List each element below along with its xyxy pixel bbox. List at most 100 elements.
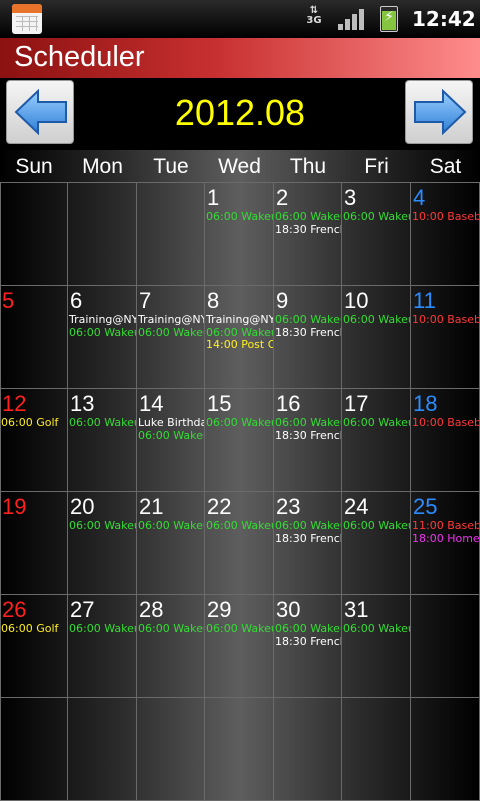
event-item[interactable]: Training@NY	[137, 314, 204, 327]
calendar-day-cell[interactable]: 2406:00 Wakeup	[342, 492, 411, 595]
calendar-day-cell[interactable]: 206:00 Wakeup18:30 French	[274, 183, 342, 286]
event-item[interactable]: 06:00 Wakeup	[274, 211, 341, 224]
day-number: 26	[2, 597, 27, 622]
calendar-day-cell[interactable]	[68, 183, 137, 286]
day-number: 23	[276, 494, 301, 519]
event-item[interactable]: 06:00 Wakeup	[205, 327, 273, 340]
calendar-day-cell[interactable]: 6Training@NY06:00 Wakeup	[68, 286, 137, 389]
calendar-day-cell[interactable]: 306:00 Wakeup	[342, 183, 411, 286]
event-item[interactable]: 06:00 Wakeup	[137, 327, 204, 340]
event-item[interactable]: Training@NY	[205, 314, 273, 327]
calendar-day-cell[interactable]: 1810:00 Baseball	[411, 389, 480, 492]
day-number: 9	[276, 288, 289, 313]
calendar-day-cell[interactable]: 1606:00 Wakeup18:30 French	[274, 389, 342, 492]
day-number: 27	[70, 597, 95, 622]
calendar-day-cell[interactable]	[342, 698, 411, 801]
event-item[interactable]: 06:00 Wakeup	[137, 520, 204, 533]
event-item[interactable]: 18:30 French	[274, 224, 341, 237]
event-item[interactable]: 14:00 Post O	[205, 339, 273, 352]
event-item[interactable]: 06:00 Wakeup	[342, 417, 410, 430]
event-item[interactable]: 06:00 Wakeup	[205, 623, 273, 636]
calendar-day-cell[interactable]: 2806:00 Wakeup	[137, 595, 205, 698]
calendar-day-cell[interactable]: 7Training@NY06:00 Wakeup	[137, 286, 205, 389]
event-item[interactable]: 06:00 Wakeup	[342, 314, 410, 327]
calendar-day-cell[interactable]: 2106:00 Wakeup	[137, 492, 205, 595]
calendar-day-cell[interactable]	[137, 698, 205, 801]
calendar-day-cell[interactable]: 906:00 Wakeup18:30 French	[274, 286, 342, 389]
event-item[interactable]: 06:00 Golf	[0, 623, 67, 636]
event-item[interactable]: 10:00 Baseball	[411, 211, 479, 224]
calendar-day-cell[interactable]	[68, 698, 137, 801]
calendar-day-cell[interactable]: 1706:00 Wakeup	[342, 389, 411, 492]
status-bar: ⇅ 3G ⚡ 12:42	[0, 0, 480, 38]
event-item[interactable]: 10:00 Baseball	[411, 314, 479, 327]
day-number	[68, 700, 136, 726]
calendar-day-cell[interactable]: 106:00 Wakeup	[205, 183, 274, 286]
event-item[interactable]: 06:00 Wakeup	[68, 520, 136, 533]
event-item[interactable]: 18:30 French	[274, 430, 341, 443]
next-month-button[interactable]	[405, 80, 473, 144]
calendar-day-cell[interactable]: 12 06:00 Golf	[0, 389, 68, 492]
event-item[interactable]: 06:00 Wakeup	[274, 314, 341, 327]
calendar-day-cell[interactable]: 5	[0, 286, 68, 389]
event-item[interactable]: 06:00 Wakeup	[68, 327, 136, 340]
event-item[interactable]: 06:00 Wakeup	[205, 211, 273, 224]
calendar-day-cell[interactable]: 26 06:00 Golf	[0, 595, 68, 698]
calendar-day-cell[interactable]: 3006:00 Wakeup18:30 French	[274, 595, 342, 698]
calendar-day-cell[interactable]: 1006:00 Wakeup	[342, 286, 411, 389]
calendar-day-cell[interactable]: 8Training@NY06:00 Wakeup14:00 Post O	[205, 286, 274, 389]
calendar-day-cell[interactable]: 2006:00 Wakeup	[68, 492, 137, 595]
right-arrow-icon	[414, 89, 467, 135]
calendar-day-cell[interactable]: 19	[0, 492, 68, 595]
calendar-day-cell[interactable]: 14Luke Birthday06:00 Wakeup	[137, 389, 205, 492]
event-item[interactable]: 18:30 French	[274, 327, 341, 340]
event-item[interactable]: 06:00 Wakeup	[274, 520, 341, 533]
calendar-day-cell[interactable]	[274, 698, 342, 801]
event-item[interactable]: 06:00 Wakeup	[274, 623, 341, 636]
event-item[interactable]: 18:30 French	[274, 533, 341, 546]
calendar-day-cell[interactable]: 2306:00 Wakeup18:30 French	[274, 492, 342, 595]
event-item[interactable]: 06:00 Wakeup	[274, 417, 341, 430]
event-item[interactable]: 06:00 Wakeup	[68, 417, 136, 430]
calendar-day-cell[interactable]: 1110:00 Baseball	[411, 286, 480, 389]
calendar-day-cell[interactable]	[411, 595, 480, 698]
event-item[interactable]: 06:00 Wakeup	[342, 623, 410, 636]
event-item[interactable]: 06:00 Wakeup	[205, 417, 273, 430]
weekday-header-sat: Sat	[429, 155, 462, 178]
calendar-day-cell[interactable]: 2906:00 Wakeup	[205, 595, 274, 698]
event-item[interactable]: 18:30 French	[274, 636, 341, 649]
event-item[interactable]: Training@NY	[68, 314, 136, 327]
event-item[interactable]: Luke Birthday	[137, 417, 204, 430]
calendar-day-cell[interactable]: 2511:00 Baseball18:00 Home	[411, 492, 480, 595]
event-item[interactable]: 11:00 Baseball	[411, 520, 479, 533]
calendar-day-cell[interactable]: 1306:00 Wakeup	[68, 389, 137, 492]
calendar-day-cell[interactable]: 1506:00 Wakeup	[205, 389, 274, 492]
calendar-day-cell[interactable]	[137, 183, 205, 286]
event-item[interactable]: 06:00 Wakeup	[68, 623, 136, 636]
calendar-day-cell[interactable]	[0, 698, 68, 801]
day-number: 5	[2, 288, 15, 313]
title-bar: Scheduler	[0, 38, 480, 78]
event-item[interactable]: 06:00 Wakeup	[342, 211, 410, 224]
calendar-day-cell[interactable]	[0, 183, 68, 286]
weekday-header-sun: Sun	[15, 155, 53, 178]
event-item[interactable]: 06:00 Wakeup	[137, 623, 204, 636]
event-item[interactable]: 18:00 Home	[411, 533, 479, 546]
event-item[interactable]: 06:00 Wakeup	[137, 430, 204, 443]
calendar-day-cell[interactable]: 2206:00 Wakeup	[205, 492, 274, 595]
previous-month-button[interactable]	[6, 80, 74, 144]
calendar-day-cell[interactable]	[411, 698, 480, 801]
event-item[interactable]: 06:00 Golf	[0, 417, 67, 430]
day-number: 13	[70, 391, 95, 416]
calendar-day-cell[interactable]: 3106:00 Wakeup	[342, 595, 411, 698]
event-item[interactable]: 06:00 Wakeup	[205, 520, 273, 533]
event-item[interactable]: 06:00 Wakeup	[342, 520, 410, 533]
day-number: 3	[344, 185, 357, 210]
calendar-day-cell[interactable]: 410:00 Baseball	[411, 183, 480, 286]
calendar-day-cell[interactable]	[205, 698, 274, 801]
day-number: 21	[139, 494, 164, 519]
calendar-day-cell[interactable]: 2706:00 Wakeup	[68, 595, 137, 698]
day-number	[0, 700, 67, 726]
day-number: 1	[207, 185, 220, 210]
event-item[interactable]: 10:00 Baseball	[411, 417, 479, 430]
